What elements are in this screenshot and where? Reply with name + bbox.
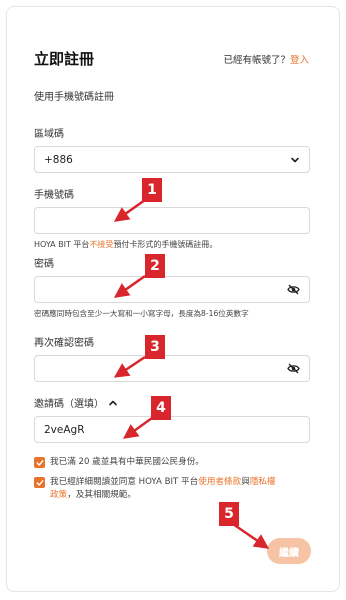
annotation-badge-2: 2 xyxy=(145,254,165,278)
annotation-badge-3: 3 xyxy=(145,335,165,359)
annotation-badge-5: 5 xyxy=(219,502,239,526)
annotation-arrow-2 xyxy=(113,274,146,298)
annotation-arrow-1 xyxy=(113,198,146,222)
annotation-badge-4: 4 xyxy=(151,396,171,420)
annotation-arrow-5 xyxy=(232,522,270,549)
annotation-arrow-3 xyxy=(113,355,146,378)
annotation-arrows xyxy=(113,198,270,549)
annotation-arrow-4 xyxy=(122,416,153,439)
annotation-badge-1: 1 xyxy=(142,178,162,202)
